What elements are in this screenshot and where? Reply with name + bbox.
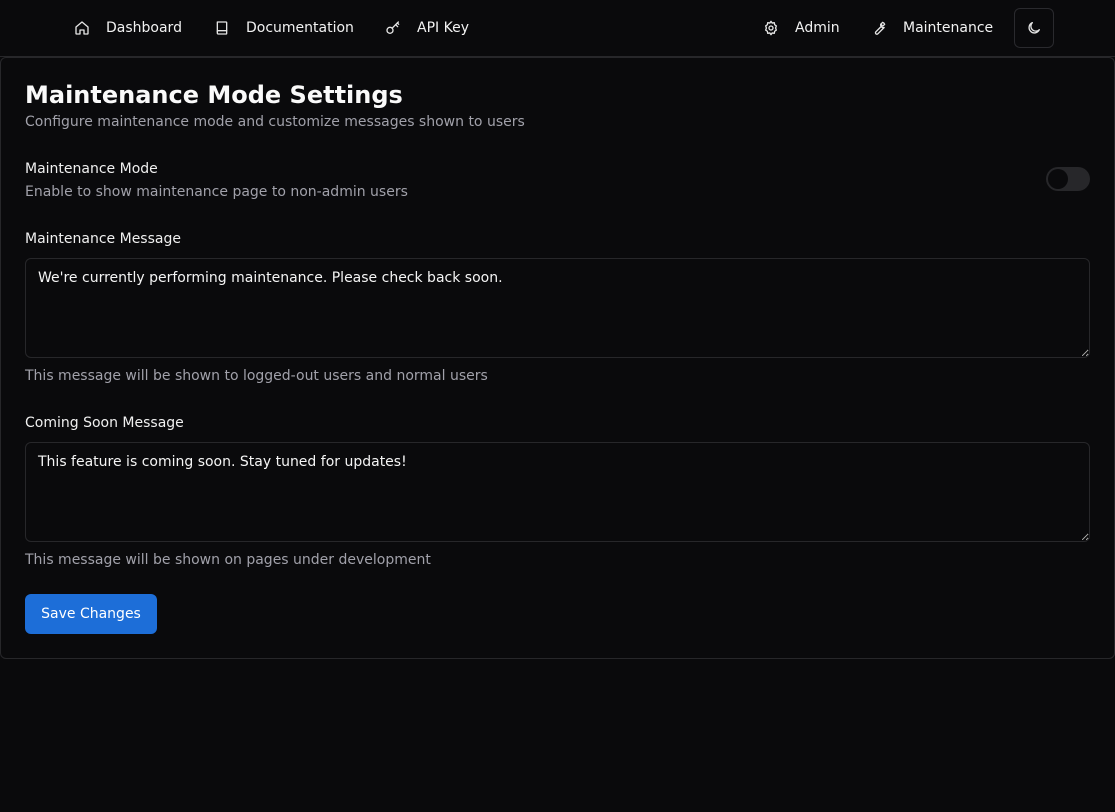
coming-soon-message-textarea[interactable]: This feature is coming soon. Stay tuned … — [25, 442, 1090, 542]
wrench-icon — [871, 20, 887, 36]
key-icon — [385, 20, 401, 36]
home-icon — [74, 20, 90, 36]
maintenance-message-help: This message will be shown to logged-out… — [25, 368, 488, 384]
coming-soon-message-help: This message will be shown on pages unde… — [25, 552, 431, 568]
maintenance-mode-label: Maintenance Mode — [25, 161, 158, 177]
maintenance-mode-toggle[interactable] — [1046, 167, 1090, 191]
nav-api-key-label: API Key — [417, 20, 469, 36]
page-subtitle: Configure maintenance mode and customize… — [25, 114, 525, 130]
page-title: Maintenance Mode Settings — [25, 81, 403, 109]
nav-maintenance[interactable]: Maintenance — [871, 8, 993, 48]
nav-documentation[interactable]: Documentation — [214, 8, 354, 48]
moon-icon — [1026, 20, 1042, 36]
nav-admin-label: Admin — [795, 20, 840, 36]
nav-maintenance-label: Maintenance — [903, 20, 994, 36]
nav-dashboard-label: Dashboard — [106, 20, 182, 36]
book-icon — [214, 20, 230, 36]
toggle-knob — [1048, 169, 1068, 189]
maintenance-message-textarea[interactable]: We're currently performing maintenance. … — [25, 258, 1090, 358]
nav-dashboard[interactable]: Dashboard — [74, 8, 182, 48]
top-navigation: Dashboard Documentation API Key Admin Ma… — [0, 0, 1115, 57]
theme-toggle-button[interactable] — [1014, 8, 1054, 48]
nav-admin[interactable]: Admin — [763, 8, 840, 48]
coming-soon-message-label: Coming Soon Message — [25, 415, 184, 431]
save-changes-button[interactable]: Save Changes — [25, 594, 157, 634]
nav-documentation-label: Documentation — [246, 20, 354, 36]
maintenance-message-label: Maintenance Message — [25, 231, 181, 247]
gear-icon — [763, 20, 779, 36]
maintenance-mode-description: Enable to show maintenance page to non-a… — [25, 184, 408, 200]
nav-api-key[interactable]: API Key — [385, 8, 469, 48]
